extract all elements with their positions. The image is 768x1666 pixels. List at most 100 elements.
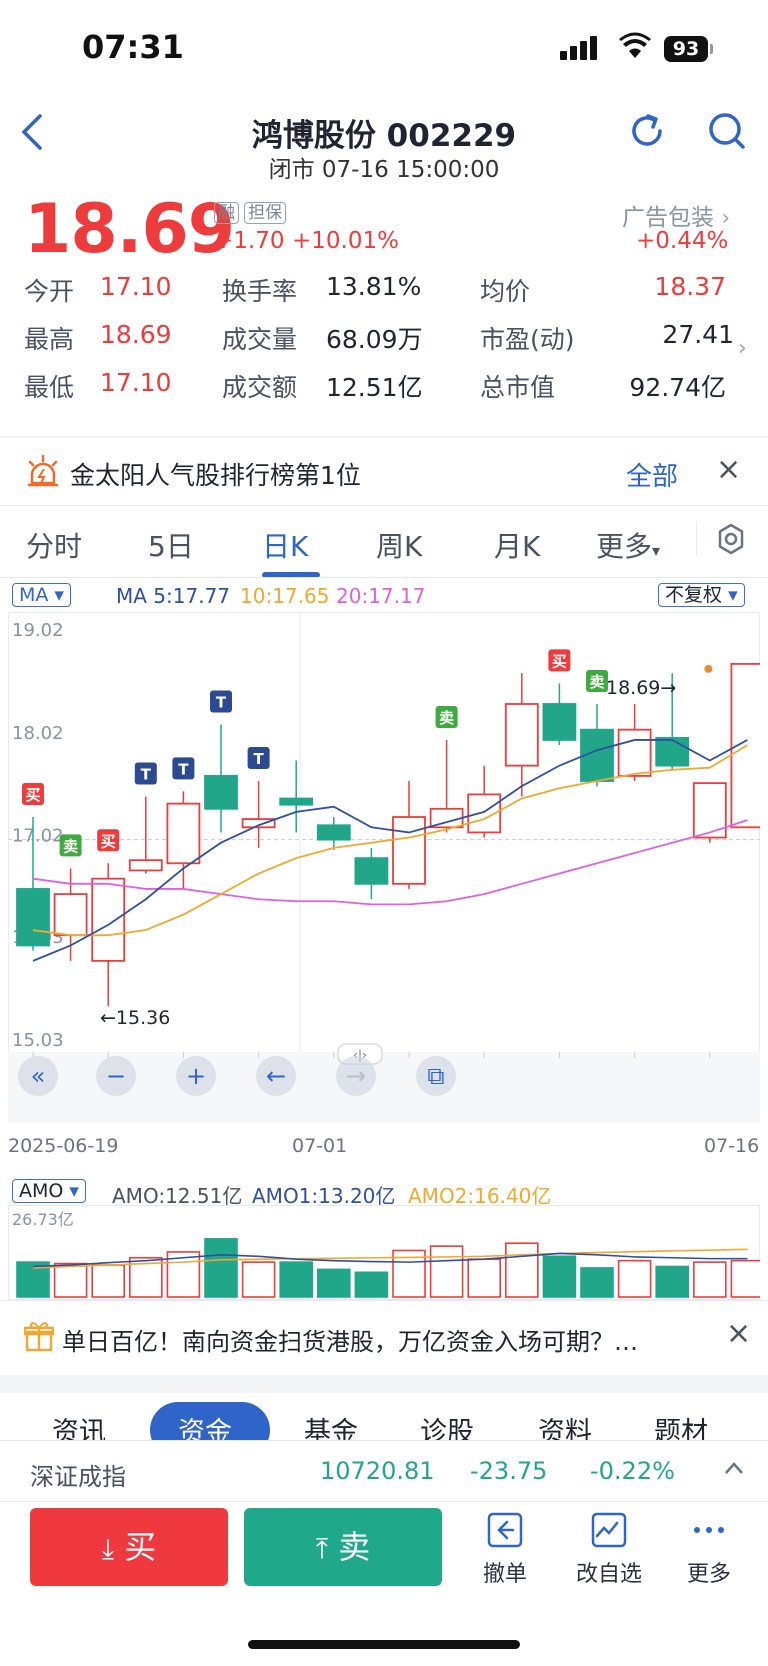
stat-label: 换手率 (222, 277, 298, 306)
cancel-order-icon (487, 1512, 523, 1548)
amo-bar (316, 1268, 351, 1298)
tab-more-label: 更多 (596, 530, 653, 563)
chevron-up-icon[interactable] (724, 1460, 744, 1479)
stat-value: 27.41 (662, 320, 734, 349)
ma-selector[interactable]: MA ▾ (12, 582, 71, 608)
tag-row[interactable]: 融 担保 (214, 202, 287, 224)
candlestick-chart[interactable]: 19.0218.0217.0216.0315.03买卖买TTTT卖买卖18.69… (8, 612, 760, 1122)
tab-daily-k[interactable]: 日K (262, 525, 308, 565)
candle-body (204, 775, 238, 810)
cancel-order-button[interactable]: 撤单 (460, 1510, 550, 1588)
stat-label: 今开 (24, 277, 75, 306)
stat-label: 最高 (24, 325, 75, 354)
buy-button[interactable]: ⤓ 买 (30, 1508, 228, 1586)
amo-bar (279, 1261, 314, 1298)
zoom-out-icon[interactable]: − (96, 1056, 136, 1096)
amo-bar (204, 1238, 238, 1298)
price-change-pct: +10.01% (292, 228, 399, 254)
tab-monthly-k[interactable]: 月K (494, 525, 540, 565)
section-gap (0, 1375, 768, 1393)
home-indicator (248, 1640, 520, 1649)
more-dots-icon (694, 1527, 724, 1533)
search-icon[interactable] (706, 110, 748, 156)
tab-more[interactable]: 更多▾ (596, 525, 660, 565)
adjust-selector[interactable]: 不复权 ▾ (658, 582, 745, 608)
sell-button[interactable]: ⤒ 卖 (244, 1508, 442, 1586)
signal-label: 买 (552, 652, 567, 670)
candle-body (166, 802, 201, 865)
amo-selector[interactable]: AMO ▾ (12, 1178, 86, 1204)
low-price-label: ←15.36 (100, 1007, 170, 1029)
signal-label: 买 (101, 832, 116, 850)
index-name: 深证成指 (30, 1463, 126, 1491)
ma-select-label: MA (19, 584, 49, 606)
signal-label: T (216, 694, 227, 712)
refresh-icon[interactable] (626, 110, 668, 156)
y-tick-label: 15.03 (12, 1030, 64, 1051)
zoom-in-icon[interactable]: + (176, 1056, 216, 1096)
amo-bar (429, 1245, 464, 1298)
rotate-icon[interactable]: ⧉ (416, 1056, 456, 1096)
close-icon[interactable]: × (726, 1316, 751, 1351)
signal-label: 买 (25, 786, 40, 804)
index-change-pct: -0.22% (590, 1457, 675, 1485)
amo-bar (692, 1261, 727, 1298)
date-start: 2025-06-19 (8, 1135, 119, 1157)
amo-bar (580, 1267, 614, 1298)
caret-down-icon: ▾ (69, 1180, 79, 1202)
divider (0, 577, 768, 578)
edit-watchlist-label: 改自选 (575, 1562, 642, 1587)
signal-label: T (141, 765, 152, 783)
divider (0, 1300, 768, 1301)
index-change: -23.75 (470, 1457, 548, 1485)
pan-right-icon[interactable]: → (336, 1056, 376, 1096)
amount-chart[interactable]: 26.73亿 (8, 1205, 760, 1300)
wifi-icon (618, 32, 652, 64)
candle-body (392, 816, 426, 885)
sector-change: +0.44% (636, 228, 729, 254)
banner-text[interactable]: 金太阳人气股排行榜第1位 (70, 456, 361, 492)
more-label: 更多 (686, 1562, 731, 1587)
current-price: 18.69 (24, 190, 235, 269)
banner-all-button[interactable]: 全部 (626, 456, 678, 493)
zoom-fit-icon[interactable]: « (18, 1056, 58, 1096)
amo-bar (467, 1258, 502, 1298)
candle-body (617, 728, 652, 777)
cancel-order-label: 撤单 (482, 1562, 527, 1587)
battery-tip (710, 44, 713, 54)
amo-top-label: 26.73亿 (12, 1210, 74, 1229)
signal-label: T (178, 760, 189, 778)
news-headline[interactable]: 单日百亿！南向资金扫货港股，万亿资金入场可期？… (62, 1322, 638, 1357)
signal-icon (560, 36, 600, 60)
gear-icon[interactable] (714, 522, 748, 560)
amo-bar (655, 1265, 690, 1298)
more-button[interactable]: 更多 (664, 1510, 754, 1588)
stat-label: 均价 (480, 277, 531, 306)
y-tick-label: 19.02 (12, 620, 64, 641)
signal-label: T (253, 750, 264, 768)
stat-value: 18.69 (100, 320, 172, 349)
close-icon[interactable]: × (716, 452, 741, 487)
ma20-value: 20:17.17 (336, 584, 426, 608)
signal-label: 卖 (439, 709, 454, 727)
detail-tabs (0, 1393, 768, 1441)
candle-body (542, 703, 577, 741)
ma10-value: 10:17.65 (240, 584, 330, 608)
edit-watchlist-button[interactable]: 改自选 (564, 1510, 654, 1588)
amo-bar (730, 1259, 760, 1298)
sector-link[interactable]: 广告包装 › (622, 198, 730, 232)
candle-body (53, 893, 88, 937)
tab-weekly-k[interactable]: 周K (376, 525, 422, 565)
status-time: 07:31 (82, 28, 184, 66)
tab-intraday[interactable]: 分时 (26, 525, 82, 565)
edit-watchlist-icon (591, 1512, 627, 1548)
divider (0, 505, 768, 506)
y-tick-label: 17.02 (12, 826, 64, 847)
signal-label: 卖 (63, 837, 78, 855)
amo-bar (504, 1242, 539, 1298)
tab-5day[interactable]: 5日 (148, 525, 194, 565)
caret-down-icon: ▾ (728, 584, 738, 606)
chevron-right-icon[interactable]: › (738, 336, 747, 361)
pan-left-icon[interactable]: ← (256, 1056, 296, 1096)
tab-divider (696, 522, 697, 556)
